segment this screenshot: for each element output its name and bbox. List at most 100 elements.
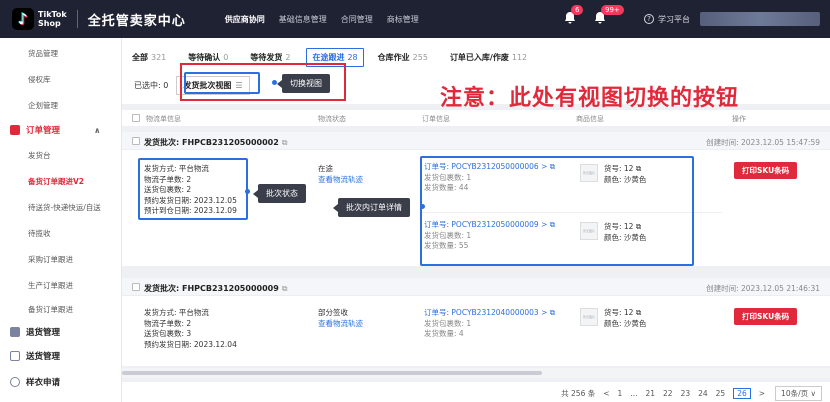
message-badge: 99+ [601, 5, 624, 15]
sidebar-group-label: 样衣申请 [26, 378, 61, 388]
col-order-info: 订单信息 [422, 115, 450, 123]
view-tracking-link[interactable]: 查看物流轨迹 [318, 319, 363, 330]
page-24[interactable]: 24 [698, 389, 708, 398]
main-content: 全部 321 等待确认 0 等待发货 2 在途跟进 28 仓库作业 255 订单已入库/作… [122, 38, 830, 402]
prev-page-button[interactable]: < [603, 389, 609, 398]
copy-icon[interactable]: ⧉ [550, 308, 555, 317]
batch-status: 部分签收 查看物流轨迹 [318, 308, 363, 330]
annotation-status-box [138, 158, 248, 220]
ship-icon [10, 351, 20, 361]
horizontal-scrollbar[interactable] [122, 368, 830, 378]
sidebar-item-purchase-follow[interactable]: 采购订单跟进 [0, 254, 122, 265]
divider [76, 10, 78, 28]
sidebar-group-samples[interactable]: 样衣申请 [0, 376, 122, 388]
page-22[interactable]: 22 [663, 389, 673, 398]
page-23[interactable]: 23 [681, 389, 691, 398]
batch-logistics-info: 发货方式: 平台物流 物流子单数: 2 送货包裹数: 3 预约发货日期: 202… [144, 308, 237, 349]
print-sku-button[interactable]: 打印SKU条码 [734, 162, 798, 179]
page-ellipsis[interactable]: ... [630, 389, 637, 398]
top-nav: 供应商协同 基础信息管理 合同管理 商标管理 [218, 0, 426, 38]
batch-status: 在途 查看物流轨迹 [318, 164, 363, 186]
batch-checkbox[interactable] [132, 137, 140, 145]
return-icon [10, 327, 20, 337]
batch-orders-tag: 批次内订单详情 [333, 198, 410, 217]
sidebar-group-label: 订单管理 [26, 126, 61, 136]
annotation-dot [245, 189, 250, 194]
nav-basic-info[interactable]: 基础信息管理 [272, 0, 334, 38]
learning-platform-link[interactable]: ? 学习平台 [644, 14, 690, 25]
notification-bell-icon[interactable]: 6 [564, 5, 584, 27]
chevron-up-icon: ∧ [94, 125, 101, 135]
page-26-current[interactable]: 26 [733, 388, 751, 399]
page-size-select[interactable]: 10条/页 ∨ [775, 386, 822, 401]
batch-created-time: 创建时间: 2023.12.05 15:47:59 [706, 138, 820, 147]
tab-stored-voided[interactable]: 订单已入库/作废 112 [450, 52, 527, 63]
annotation-dot [420, 204, 425, 209]
selected-count: 已选中: 0 [134, 81, 169, 90]
batch-status-tag: 批次状态 [253, 184, 306, 203]
col-actions: 操作 [732, 115, 746, 123]
view-tracking-link[interactable]: 查看物流轨迹 [318, 175, 363, 186]
sidebar-item-stock-follow-v2[interactable]: 备货订单跟进V2 [0, 176, 122, 187]
seller-center-title: 全托管卖家中心 [87, 13, 186, 29]
tiktok-shop-logo[interactable]: ♪ TikTok Shop [12, 8, 67, 30]
sample-icon [10, 377, 20, 387]
sidebar-item-production-follow[interactable]: 生产订单跟进 [0, 280, 122, 291]
scrollbar-thumb[interactable] [122, 371, 542, 375]
help-icon: ? [644, 14, 654, 24]
tiktok-logo-icon: ♪ [12, 8, 34, 30]
col-logistics: 物流单信息 [146, 115, 181, 123]
sidebar-item-goods[interactable]: 货品管理 [0, 48, 122, 59]
tab-all[interactable]: 全部 321 [132, 52, 166, 63]
sidebar-item-shipping-desk[interactable]: 发货台 [0, 150, 122, 161]
pagination: 共 256 条 < 1 ... 21 22 23 24 25 26 > 10条/… [122, 382, 830, 402]
order-number-link[interactable]: 订单号: POCYB2312040000003 > ⧉ [424, 308, 555, 319]
page-1[interactable]: 1 [618, 389, 623, 398]
sidebar-item-planning[interactable]: 企划管理 [0, 100, 122, 111]
sidebar-item-infringement[interactable]: 侵权库 [0, 74, 122, 85]
batch-row: 发货批次: FHPCB231205000009 ⧉ 创建时间: 2023.12.0… [122, 278, 830, 366]
order-item: 订单号: POCYB2312040000003 > ⧉ 发货包裹数: 1 发货数… [424, 308, 556, 338]
page-25[interactable]: 25 [716, 389, 726, 398]
copy-icon[interactable]: ⧉ [636, 308, 641, 317]
tab-awaiting-confirm[interactable]: 等待确认 0 [188, 52, 228, 63]
sidebar-group-returns[interactable]: 退货管理 [0, 326, 122, 338]
copy-icon[interactable]: ⧉ [282, 138, 288, 147]
notification-badge: 6 [571, 5, 584, 15]
switch-view-tag: 切换视图 [277, 74, 330, 93]
sidebar-item-pending-delivery[interactable]: 待送货-快递快运/自送 [0, 202, 122, 213]
nav-contract[interactable]: 合同管理 [334, 0, 380, 38]
print-sku-button[interactable]: 打印SKU条码 [734, 308, 798, 325]
order-icon [10, 125, 20, 135]
sidebar-group-label: 退货管理 [26, 328, 61, 338]
tab-awaiting-ship[interactable]: 等待发货 2 [250, 52, 290, 63]
batch-title: 发货批次: FHPCB231205000009 ⧉ [144, 284, 288, 293]
col-product-info: 商品信息 [576, 115, 604, 123]
nav-trademark[interactable]: 商标管理 [380, 0, 426, 38]
batch-created-time: 创建时间: 2023.12.05 21:46:31 [706, 284, 820, 293]
sidebar-group-orders[interactable]: 订单管理 ∧ [0, 124, 122, 136]
message-bell-icon[interactable]: 99+ [594, 5, 624, 27]
copy-icon[interactable]: ⧉ [282, 284, 288, 293]
batch-row: 发货批次: FHPCB231205000002 ⧉ 创建时间: 2023.12.0… [122, 132, 830, 266]
sidebar: 货品管理 侵权库 企划管理 订单管理 ∧ 发货台 备货订单跟进V2 待送货-快递… [0, 38, 122, 402]
annotation-orders-box [420, 156, 694, 266]
nav-supplier-collab[interactable]: 供应商协同 [218, 0, 272, 38]
table-header: 物流单信息 物流状态 订单信息 商品信息 操作 [122, 110, 830, 126]
tab-warehouse[interactable]: 仓库作业 255 [378, 52, 428, 63]
help-label: 学习平台 [658, 14, 690, 24]
sidebar-item-pending-pickup[interactable]: 待揽收 [0, 228, 122, 239]
select-all-checkbox[interactable] [132, 114, 140, 122]
batch-checkbox[interactable] [132, 283, 140, 291]
annotation-blue-box [184, 72, 260, 94]
next-page-button[interactable]: > [759, 389, 765, 398]
batch-title: 发货批次: FHPCB231205000002 ⧉ [144, 138, 288, 147]
logo-line1: TikTok [38, 10, 67, 19]
col-logistics-status: 物流状态 [318, 115, 346, 123]
page-21[interactable]: 21 [645, 389, 655, 398]
sidebar-group-delivery[interactable]: 送货管理 [0, 350, 122, 362]
sidebar-item-stock-follow[interactable]: 备货订单跟进 [0, 304, 122, 315]
logo-line2: Shop [38, 19, 61, 28]
product-thumbnail: 暂无图片 [580, 308, 598, 326]
user-account-blurred[interactable] [700, 12, 820, 26]
